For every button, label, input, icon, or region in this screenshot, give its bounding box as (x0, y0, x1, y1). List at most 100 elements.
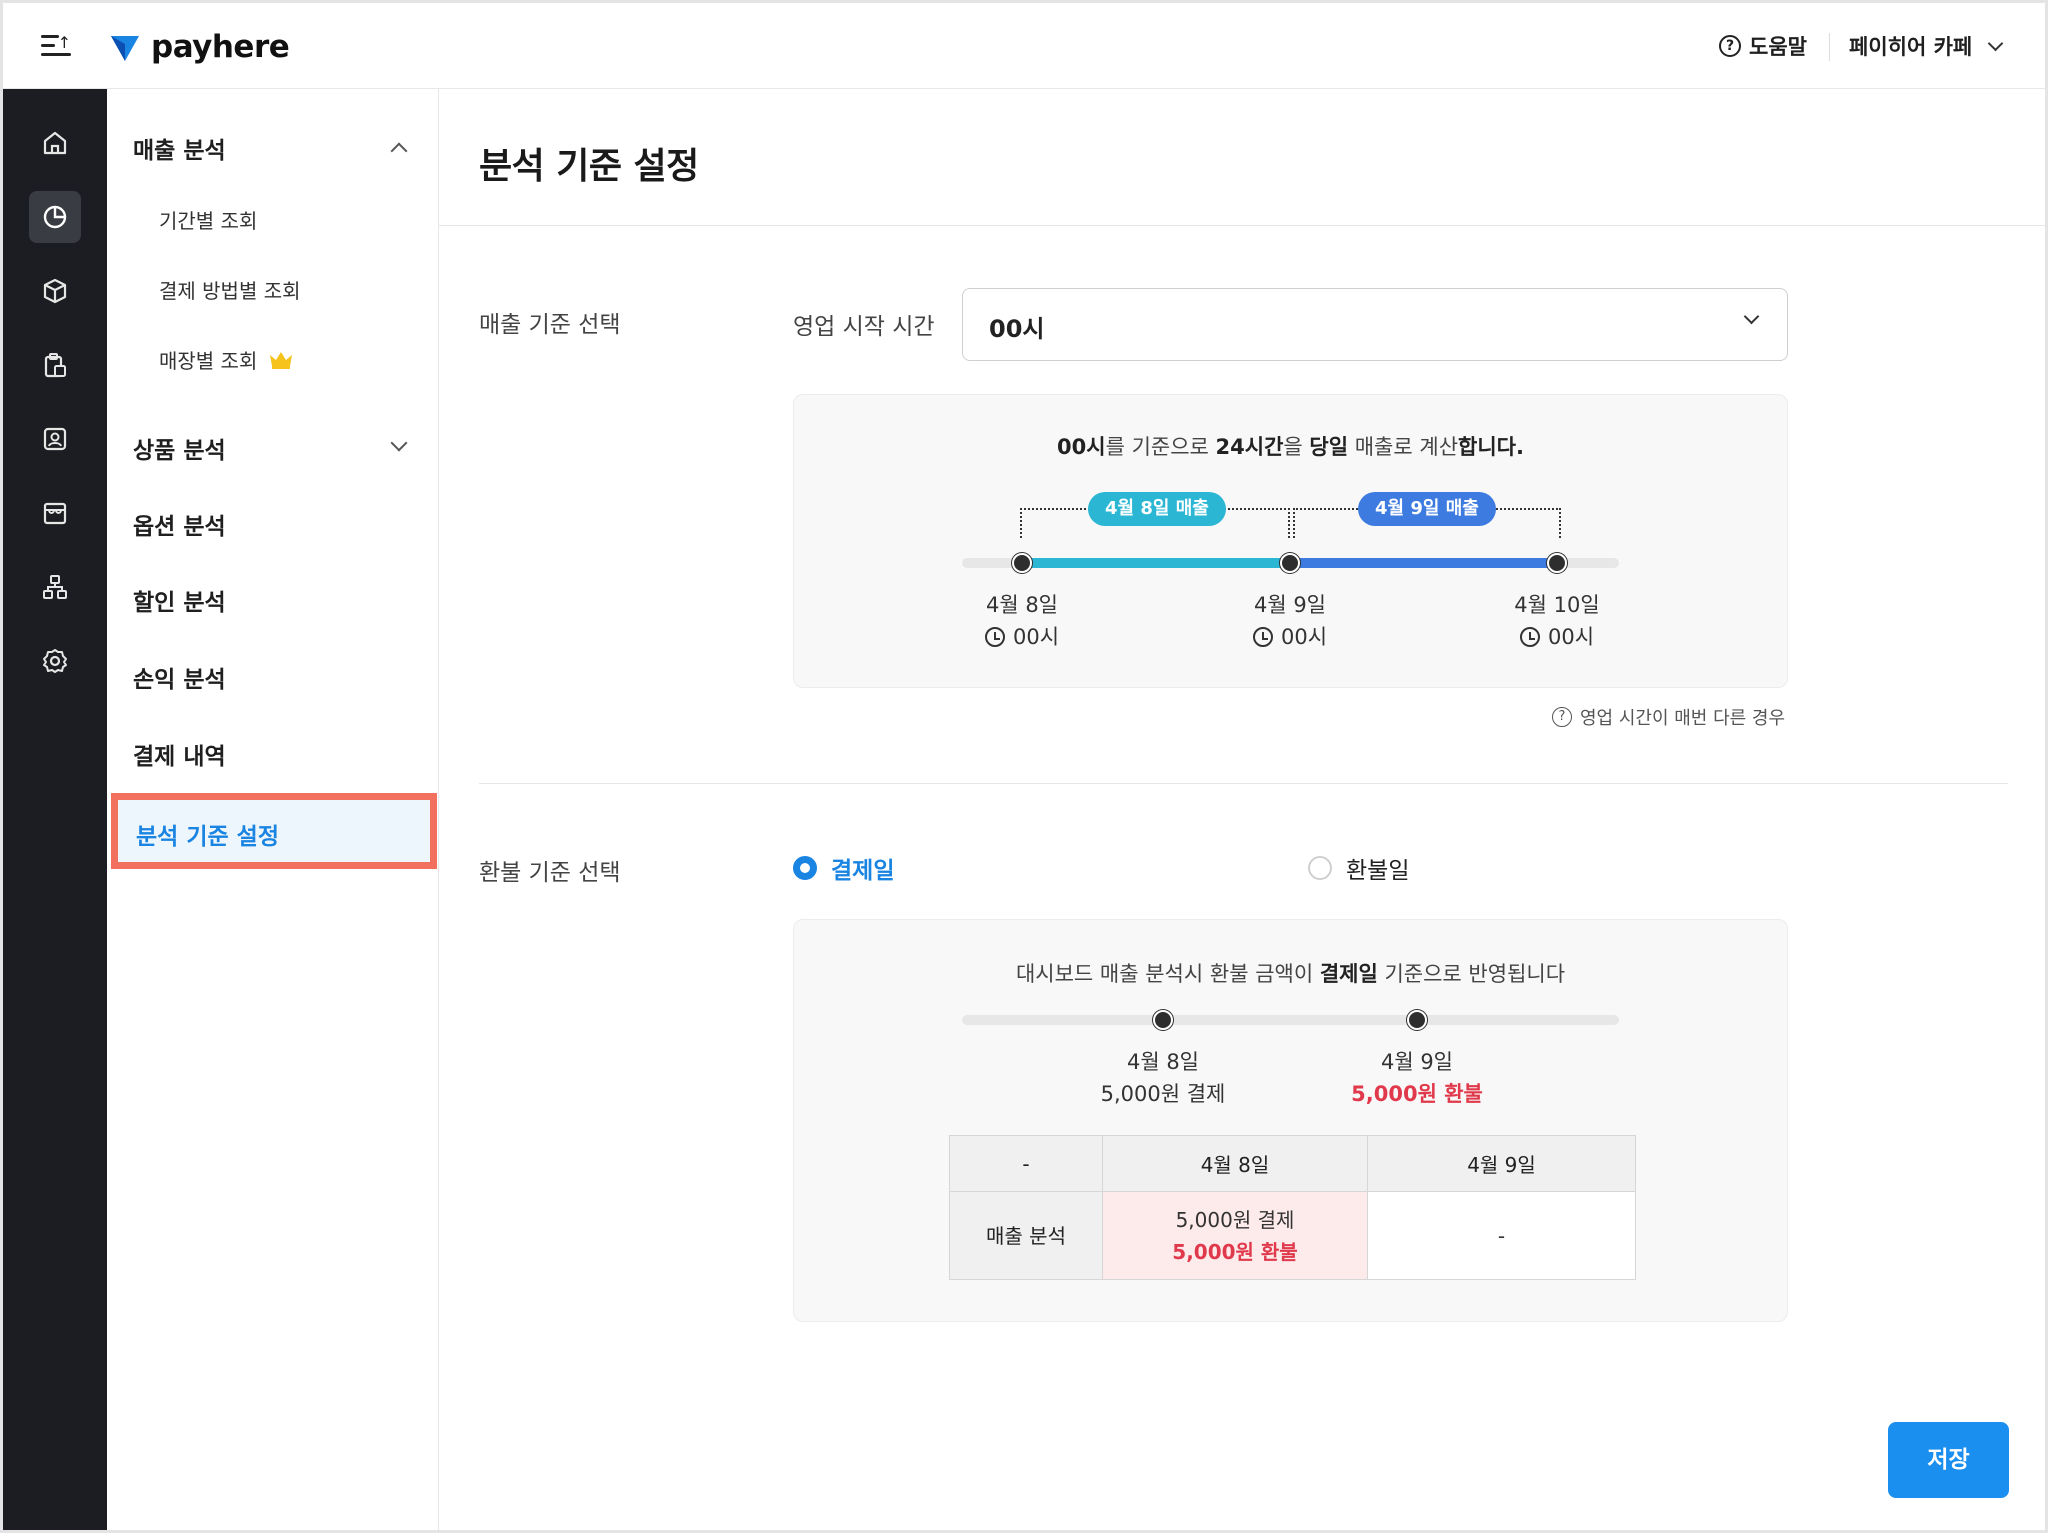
timeline-point (1407, 1010, 1427, 1030)
radio-indicator (1308, 856, 1332, 880)
clock-icon (984, 627, 1005, 647)
period-pill: 4월 9일 매출 (1358, 492, 1496, 526)
timeline-date: 4월 10일 (1514, 593, 1600, 617)
rail-organization[interactable] (29, 561, 81, 613)
timeline-time: 00시 (1280, 625, 1328, 649)
timeline-label: 4월 8일 00시 (952, 589, 1092, 653)
table-row-label: 매출 분석 (949, 1191, 1103, 1280)
nav-period-view-label: 기간별 조회 (159, 209, 258, 233)
cell-payment: 5,000원 결제 (1175, 1207, 1295, 1232)
top-bar: ↑ payhere ? 도움말 페이히어 카페 (3, 3, 2045, 89)
radio-refund-date[interactable]: 환불일 (1308, 851, 1409, 885)
refund-comparison-table: - 4월 8일 4월 9일 매출 분석 5,000원 결제 5,000원 환불 … (949, 1135, 1636, 1280)
timeline-label: 4월 8일 5,000원 결제 (1093, 1046, 1233, 1110)
logo-text: payhere (151, 29, 290, 65)
divider (1829, 33, 1830, 61)
timeline-time: 00시 (1547, 625, 1595, 649)
help-label: 도움말 (1749, 35, 1807, 59)
chevron-up-icon[interactable] (390, 142, 408, 160)
timeline-event: 5,000원 환불 (1351, 1082, 1483, 1106)
rail-orders[interactable] (29, 339, 81, 391)
timeline-label: 4월 9일 5,000원 환불 (1347, 1046, 1487, 1110)
nav-option-analysis[interactable]: 옵션 분석 (133, 507, 226, 541)
period-segment (1022, 558, 1290, 568)
nav-criteria-settings[interactable]: 분석 기준 설정 (111, 793, 437, 869)
box-icon (43, 278, 67, 304)
timeline-date: 4월 8일 (1126, 1050, 1200, 1074)
rail-analysis[interactable] (29, 191, 81, 243)
gear-icon (43, 649, 67, 673)
timeline-track (962, 1015, 1619, 1025)
contact-icon (43, 427, 67, 451)
rail-home[interactable] (29, 117, 81, 169)
business-start-value: 00시 (989, 315, 1045, 343)
variable-hours-help-text: 영업 시간이 매번 다른 경우 (1580, 708, 1786, 729)
timeline-label: 4월 10일 00시 (1487, 589, 1627, 653)
org-icon (43, 575, 67, 599)
table-cell: - (1367, 1191, 1636, 1280)
payhere-logo[interactable]: payhere (109, 25, 290, 69)
timeline-point (1547, 553, 1567, 573)
nav-payment-method-view[interactable]: 결제 방법별 조회 (159, 275, 301, 304)
rail-settings[interactable] (29, 635, 81, 687)
nav-payment-method-view-label: 결제 방법별 조회 (159, 279, 301, 303)
cell-refund: 5,000원 환불 (1172, 1239, 1298, 1264)
clipboard-icon (44, 353, 66, 378)
chevron-down-icon[interactable] (390, 434, 408, 452)
help-icon: ? (1719, 35, 1741, 57)
rail-store[interactable] (29, 487, 81, 539)
refund-basis-label: 환불 기준 선택 (479, 860, 621, 886)
main-content: 분석 기준 설정 매출 기준 선택 영업 시작 시간 00시 00시를 기준으로… (439, 89, 2045, 1530)
timeline-time: 00시 (1012, 625, 1060, 649)
nav-profit-analysis[interactable]: 손익 분석 (133, 660, 226, 694)
nav-criteria-settings-label: 분석 기준 설정 (136, 824, 279, 850)
nav-store-view-label: 매장별 조회 (159, 349, 258, 373)
table-header: - (949, 1135, 1103, 1192)
table-header: 4월 8일 (1102, 1135, 1368, 1192)
nav-discount-analysis[interactable]: 할인 분석 (133, 583, 226, 617)
help-button[interactable]: ? 도움말 (1719, 31, 1807, 61)
nav-product-analysis[interactable]: 상품 분석 (133, 431, 226, 465)
radio-payment-date-label: 결제일 (831, 858, 895, 884)
clock-icon (1519, 627, 1540, 647)
timeline-point (1280, 553, 1300, 573)
menu-collapse-icon[interactable]: ↑ (41, 33, 71, 59)
period-pill: 4월 8일 매출 (1088, 492, 1226, 526)
home-icon (43, 131, 67, 155)
logo-mark-icon (111, 36, 139, 61)
nav-payment-history[interactable]: 결제 내역 (133, 737, 226, 771)
timeline-date: 4월 9일 (1380, 1050, 1454, 1074)
refund-basis-panel: 대시보드 매출 분석시 환불 금액이 결제일 기준으로 반영됩니다 4월 8일 … (793, 919, 1788, 1322)
analysis-subnav: 매출 분석 기간별 조회 결제 방법별 조회 매장별 조회 상품 분석 옵션 분… (107, 89, 439, 1530)
table-cell: 5,000원 결제 5,000원 환불 (1102, 1191, 1368, 1280)
refund-basis-caption: 대시보드 매출 분석시 환불 금액이 결제일 기준으로 반영됩니다 (1015, 962, 1566, 986)
sales-basis-caption: 00시를 기준으로 24시간을 당일 매출로 계산합니다. (1057, 435, 1524, 459)
nav-period-view[interactable]: 기간별 조회 (159, 205, 257, 234)
table-header: 4월 9일 (1367, 1135, 1636, 1192)
variable-hours-help-link[interactable]: ? 영업 시간이 매번 다른 경우 (1552, 704, 1785, 730)
save-button[interactable]: 저장 (1888, 1422, 2009, 1498)
sales-basis-label: 매출 기준 선택 (479, 312, 621, 338)
nav-sales-analysis[interactable]: 매출 분석 (133, 131, 226, 165)
radio-payment-date[interactable]: 결제일 (793, 851, 894, 885)
rail-customers[interactable] (29, 413, 81, 465)
store-icon (43, 502, 67, 525)
store-selector[interactable]: 페이히어 카페 (1849, 31, 2004, 61)
nav-store-view[interactable]: 매장별 조회 (159, 345, 293, 374)
divider (439, 225, 2045, 226)
timeline-point (1153, 1010, 1173, 1030)
chevron-down-icon (1987, 35, 2004, 51)
table-header-row: - 4월 8일 4월 9일 (949, 1135, 1636, 1192)
timeline-label: 4월 9일 00시 (1220, 589, 1360, 653)
timeline-date: 4월 8일 (985, 593, 1059, 617)
table-row: 매출 분석 5,000원 결제 5,000원 환불 - (949, 1191, 1636, 1280)
radio-refund-date-label: 환불일 (1346, 858, 1410, 884)
store-name: 페이히어 카페 (1849, 35, 1973, 59)
timeline-point (1012, 553, 1032, 573)
period-segment (1290, 558, 1557, 568)
timeline-date: 4월 9일 (1253, 593, 1327, 617)
crown-icon (270, 351, 293, 369)
rail-products[interactable] (29, 265, 81, 317)
business-start-select[interactable]: 00시 (962, 288, 1788, 361)
icon-rail (3, 89, 107, 1530)
